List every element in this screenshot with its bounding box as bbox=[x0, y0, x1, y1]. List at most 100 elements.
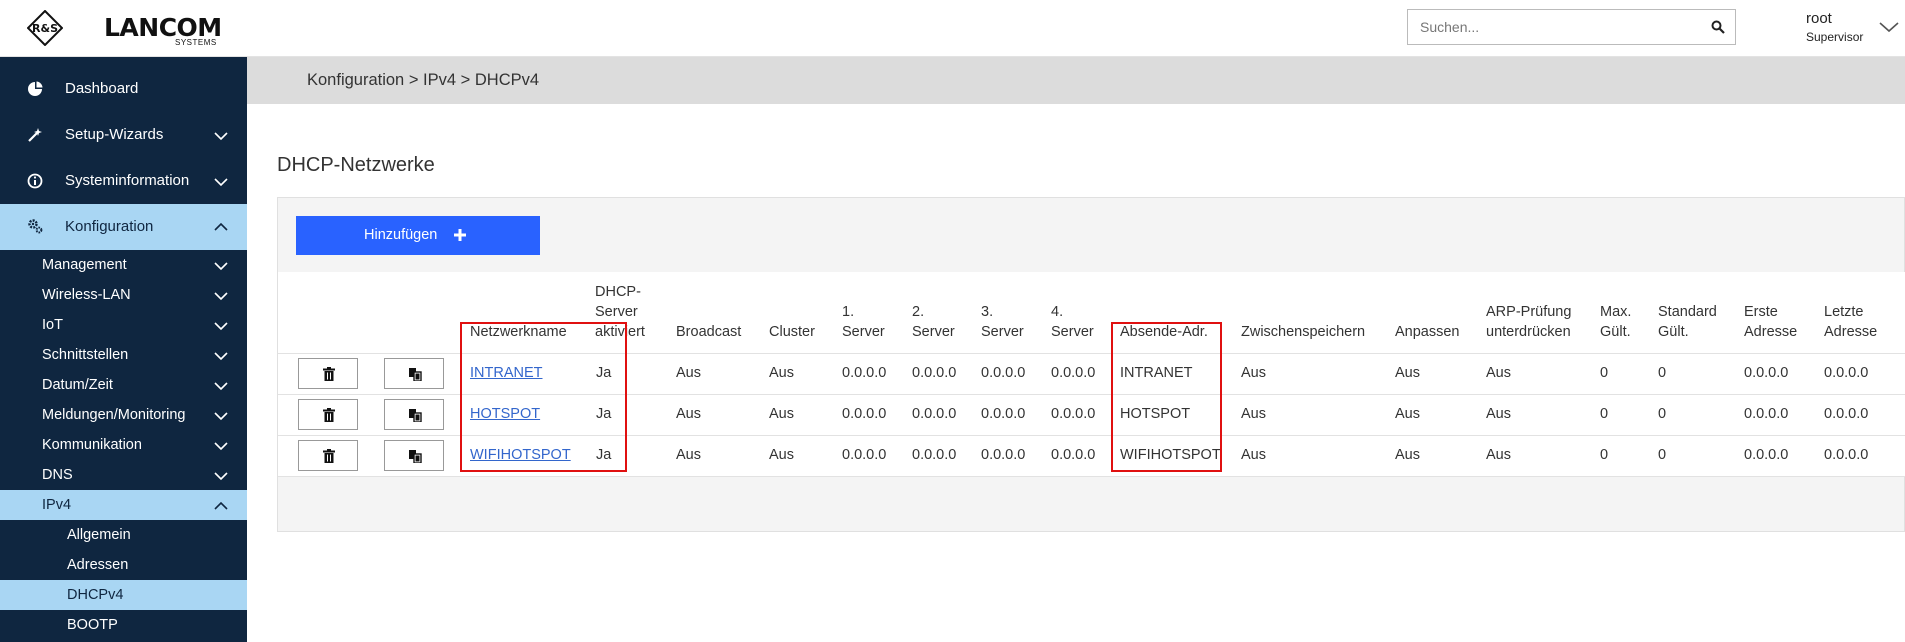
cell-arp: Aus bbox=[1486, 447, 1511, 463]
col-header-server-1: 1. Server bbox=[842, 304, 885, 340]
sidebar-item-allgemein[interactable]: Allgemein bbox=[0, 520, 247, 550]
col-header-letzte-adresse: Letzte Adresse bbox=[1824, 304, 1878, 340]
highlight-box-name-dhcp bbox=[460, 322, 627, 472]
trash-icon bbox=[323, 408, 335, 422]
sidebar-item-ipv4[interactable]: IPv4 bbox=[0, 490, 247, 520]
search-input[interactable] bbox=[1418, 18, 1702, 36]
cell-arp: Aus bbox=[1486, 365, 1511, 381]
copy-icon bbox=[409, 450, 422, 463]
col-header-max-gueltigkeit: Max. Gült. bbox=[1600, 304, 1632, 340]
cell-server-2: 0.0.0.0 bbox=[912, 406, 957, 422]
sidebar-item-wireless-lan[interactable]: Wireless-LAN bbox=[0, 280, 247, 310]
sidebar-item-schnittstellen[interactable]: Schnittstellen bbox=[0, 340, 247, 370]
sidebar-item-kommunikation[interactable]: Kommunikation bbox=[0, 430, 247, 460]
cell-server-1: 0.0.0.0 bbox=[842, 365, 887, 381]
cell-cluster: Aus bbox=[769, 365, 794, 381]
sidebar-item-bootp[interactable]: BOOTP bbox=[0, 610, 247, 640]
page-title: DHCP-Netzwerke bbox=[277, 154, 435, 176]
sidebar-item-adressen[interactable]: Adressen bbox=[0, 550, 247, 580]
chevron-down-icon bbox=[214, 132, 228, 141]
cell-server-4: 0.0.0.0 bbox=[1051, 447, 1096, 463]
cell-cluster: Aus bbox=[769, 447, 794, 463]
copy-button[interactable] bbox=[384, 440, 444, 471]
col-header-arp-pruefung: ARP-Prüfung unterdrücken bbox=[1486, 304, 1572, 340]
chevron-down-icon bbox=[214, 262, 228, 271]
trash-icon bbox=[323, 449, 335, 463]
sidebar-item-label: BOOTP bbox=[67, 617, 118, 633]
col-header-standard-gueltigkeit: Standard Gült. bbox=[1658, 304, 1717, 340]
copy-button[interactable] bbox=[384, 358, 444, 389]
sidebar-item-label: Management bbox=[42, 257, 127, 273]
cell-broadcast: Aus bbox=[676, 406, 701, 422]
sidebar-item-label: DNS bbox=[42, 467, 73, 483]
chevron-up-icon bbox=[214, 222, 228, 231]
chevron-down-icon[interactable] bbox=[1878, 20, 1900, 34]
user-name: root bbox=[1806, 10, 1832, 27]
sidebar-item-label: Datum/Zeit bbox=[42, 377, 113, 393]
sidebar-item-management[interactable]: Management bbox=[0, 250, 247, 280]
delete-button[interactable] bbox=[298, 358, 358, 389]
chevron-down-icon bbox=[214, 442, 228, 451]
sidebar-item-label: Schnittstellen bbox=[42, 347, 129, 363]
search-icon[interactable] bbox=[1711, 20, 1725, 34]
cell-max: 0 bbox=[1600, 365, 1609, 381]
copy-button[interactable] bbox=[384, 399, 444, 430]
chevron-up-icon bbox=[214, 501, 228, 510]
sidebar-item-iot[interactable]: IoT bbox=[0, 310, 247, 340]
chevron-down-icon bbox=[214, 292, 228, 301]
top-header: R&S LANCOM SYSTEMS root Supervisor bbox=[0, 0, 1905, 57]
copy-icon bbox=[409, 368, 422, 381]
sidebar-item-systeminformation[interactable]: Systeminformation bbox=[0, 158, 247, 204]
delete-button[interactable] bbox=[298, 399, 358, 430]
sidebar-item-dns[interactable]: DNS bbox=[0, 460, 247, 490]
cell-anpassen: Aus bbox=[1395, 406, 1420, 422]
cell-max: 0 bbox=[1600, 406, 1609, 422]
cell-anpassen: Aus bbox=[1395, 365, 1420, 381]
sidebar-item-datum-zeit[interactable]: Datum/Zeit bbox=[0, 370, 247, 400]
user-role: Supervisor bbox=[1806, 30, 1864, 44]
cell-server-1: 0.0.0.0 bbox=[842, 447, 887, 463]
dashboard-icon bbox=[28, 81, 43, 96]
chevron-down-icon bbox=[214, 352, 228, 361]
cell-server-4: 0.0.0.0 bbox=[1051, 406, 1096, 422]
cell-arp: Aus bbox=[1486, 406, 1511, 422]
search-box[interactable] bbox=[1407, 9, 1736, 45]
cell-broadcast: Aus bbox=[676, 365, 701, 381]
sidebar-item-label: Setup-Wizards bbox=[65, 126, 164, 143]
chevron-down-icon bbox=[214, 412, 228, 421]
cell-standard: 0 bbox=[1658, 365, 1667, 381]
sidebar-item-label: Meldungen/Monitoring bbox=[42, 407, 186, 423]
delete-button[interactable] bbox=[298, 440, 358, 471]
gears-icon bbox=[28, 219, 43, 234]
col-header-erste-adresse: Erste Adresse bbox=[1744, 304, 1798, 340]
sidebar-item-label: DHCPv4 bbox=[67, 587, 124, 603]
cell-zwischenspeichern: Aus bbox=[1241, 365, 1266, 381]
sidebar-item-label: Systeminformation bbox=[65, 172, 190, 189]
col-header-zwischenspeichern: Zwischenspeichern bbox=[1241, 324, 1366, 340]
highlight-box-absende bbox=[1111, 322, 1222, 472]
brand-sub: SYSTEMS bbox=[175, 38, 217, 47]
info-icon bbox=[27, 173, 43, 189]
sidebar: Dashboard Setup-Wizards Systeminformatio… bbox=[0, 57, 247, 642]
sidebar-item-dhcpv4[interactable]: DHCPv4 bbox=[0, 580, 247, 610]
cell-server-3: 0.0.0.0 bbox=[981, 365, 1026, 381]
cell-zwischenspeichern: Aus bbox=[1241, 406, 1266, 422]
cell-server-2: 0.0.0.0 bbox=[912, 365, 957, 381]
cell-anpassen: Aus bbox=[1395, 447, 1420, 463]
cell-server-1: 0.0.0.0 bbox=[842, 406, 887, 422]
cell-erste-adresse: 0.0.0.0 bbox=[1744, 365, 1789, 381]
sidebar-item-setup-wizards[interactable]: Setup-Wizards bbox=[0, 112, 247, 158]
cell-letzte-adresse: 0.0.0.0 bbox=[1824, 406, 1869, 422]
wand-icon bbox=[28, 128, 42, 142]
cell-zwischenspeichern: Aus bbox=[1241, 447, 1266, 463]
sidebar-item-konfiguration[interactable]: Konfiguration bbox=[0, 204, 247, 250]
cell-server-3: 0.0.0.0 bbox=[981, 447, 1026, 463]
copy-icon bbox=[409, 409, 422, 422]
col-header-server-2: 2. Server bbox=[912, 304, 955, 340]
user-menu[interactable]: root Supervisor bbox=[1806, 10, 1863, 44]
sidebar-item-label: Wireless-LAN bbox=[42, 287, 131, 303]
rs-logo-icon: R&S bbox=[27, 10, 63, 46]
sidebar-item-meldungen-monitoring[interactable]: Meldungen/Monitoring bbox=[0, 400, 247, 430]
sidebar-item-dashboard[interactable]: Dashboard bbox=[0, 66, 247, 112]
add-button[interactable]: Hinzufügen bbox=[296, 216, 540, 255]
